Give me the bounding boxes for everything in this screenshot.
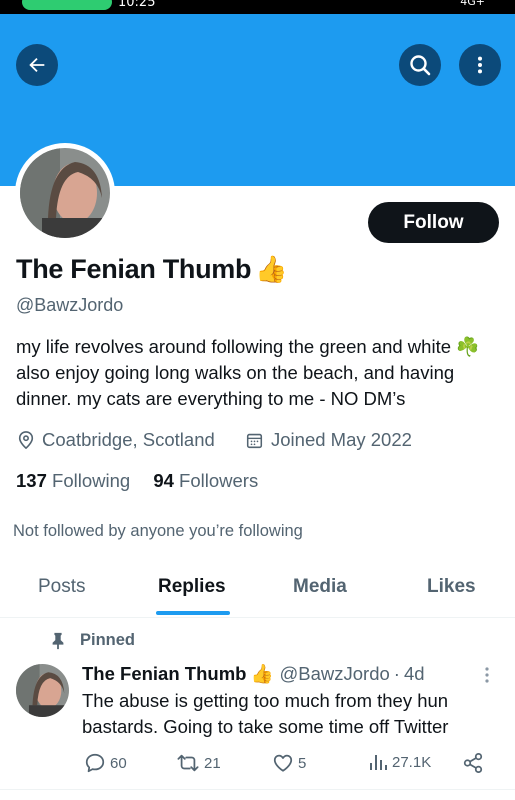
profile-stats: 137 Following 94 Followers <box>16 470 258 492</box>
profile-location: Coatbridge, Scotland <box>18 429 215 451</box>
like-count: 5 <box>298 754 307 772</box>
thumbs-up-icon: 👍 <box>250 663 274 684</box>
display-name-text: The Fenian Thumb <box>16 254 252 284</box>
active-tab-indicator <box>156 611 230 615</box>
not-followed-notice: Not followed by anyone you’re following <box>13 522 303 540</box>
tweet-header: The Fenian Thumb 👍 @BawzJordo · 4d <box>82 663 425 685</box>
pinned-text: Pinned <box>80 631 136 649</box>
profile-handle: @BawzJordo <box>16 295 124 315</box>
tab-media[interactable]: Media <box>293 576 347 598</box>
more-vertical-icon <box>485 667 489 683</box>
bio-text-2: also enjoy going long walks on the beach… <box>16 362 455 409</box>
thumbs-up-icon: 👍 <box>255 254 288 284</box>
pinned-label: Pinned <box>50 631 135 650</box>
tweet-author-avatar[interactable] <box>16 664 69 717</box>
call-indicator <box>22 0 112 10</box>
location-pin-icon <box>18 431 34 449</box>
following-link[interactable]: 137 Following <box>16 470 130 491</box>
heart-icon <box>273 754 293 772</box>
followers-count: 94 <box>153 470 174 491</box>
profile-joined: Joined May 2022 <box>246 429 412 451</box>
tweet-author-name[interactable]: The Fenian Thumb <box>82 663 246 685</box>
search-button[interactable] <box>399 44 441 86</box>
reply-count: 60 <box>110 754 127 772</box>
avatar <box>20 148 110 238</box>
follow-button[interactable]: Follow <box>368 202 499 243</box>
views-chart-icon <box>370 755 387 770</box>
profile-avatar[interactable] <box>15 143 115 243</box>
following-count: 137 <box>16 470 47 491</box>
profile-tabs: Posts Replies Media Likes <box>0 562 515 618</box>
more-options-button[interactable] <box>459 44 501 86</box>
more-vertical-icon <box>477 56 483 74</box>
calendar-icon <box>246 433 263 448</box>
back-button[interactable] <box>16 44 58 86</box>
tab-replies[interactable]: Replies <box>158 576 226 598</box>
status-network: 4G+ <box>460 0 485 8</box>
reply-icon <box>85 753 105 773</box>
repost-icon <box>177 754 199 772</box>
tweet-time[interactable]: 4d <box>404 663 425 685</box>
tab-likes[interactable]: Likes <box>427 576 476 598</box>
followers-link[interactable]: 94 Followers <box>153 470 258 491</box>
repost-button[interactable]: 21 <box>176 752 221 774</box>
following-label: Following <box>52 470 131 491</box>
repost-count: 21 <box>204 754 221 772</box>
profile-bio: my life revolves around following the gr… <box>16 334 506 412</box>
status-time: 10:25 <box>118 0 156 10</box>
shamrock-icon: ☘️ <box>456 336 480 357</box>
joined-text: Joined May 2022 <box>271 429 412 450</box>
views-count: 27.1K <box>392 753 432 771</box>
status-bar: 10:25 4G+ <box>0 0 515 14</box>
tweet-more-button[interactable] <box>480 666 494 689</box>
tab-posts[interactable]: Posts <box>38 576 86 598</box>
search-icon <box>410 55 431 76</box>
tweet-separator: · <box>393 663 400 684</box>
share-button[interactable] <box>462 752 488 774</box>
divider <box>0 789 515 790</box>
profile-display-name: The Fenian Thumb 👍 <box>16 254 288 285</box>
tweet-author-handle[interactable]: @BawzJordo <box>280 663 390 685</box>
views-button[interactable]: 27.1K <box>368 752 431 772</box>
arrow-left-icon <box>29 57 45 73</box>
bio-text-1: my life revolves around following the gr… <box>16 336 457 357</box>
tweet-actions: 60 21 5 27.1K <box>0 752 515 780</box>
share-icon <box>463 752 483 774</box>
tweet-text: The abuse is getting too much from they … <box>82 690 449 737</box>
like-button[interactable]: 5 <box>272 752 306 774</box>
location-text: Coatbridge, Scotland <box>42 429 215 450</box>
followers-label: Followers <box>179 470 259 491</box>
reply-button[interactable]: 60 <box>84 752 127 774</box>
pin-icon <box>52 632 64 649</box>
